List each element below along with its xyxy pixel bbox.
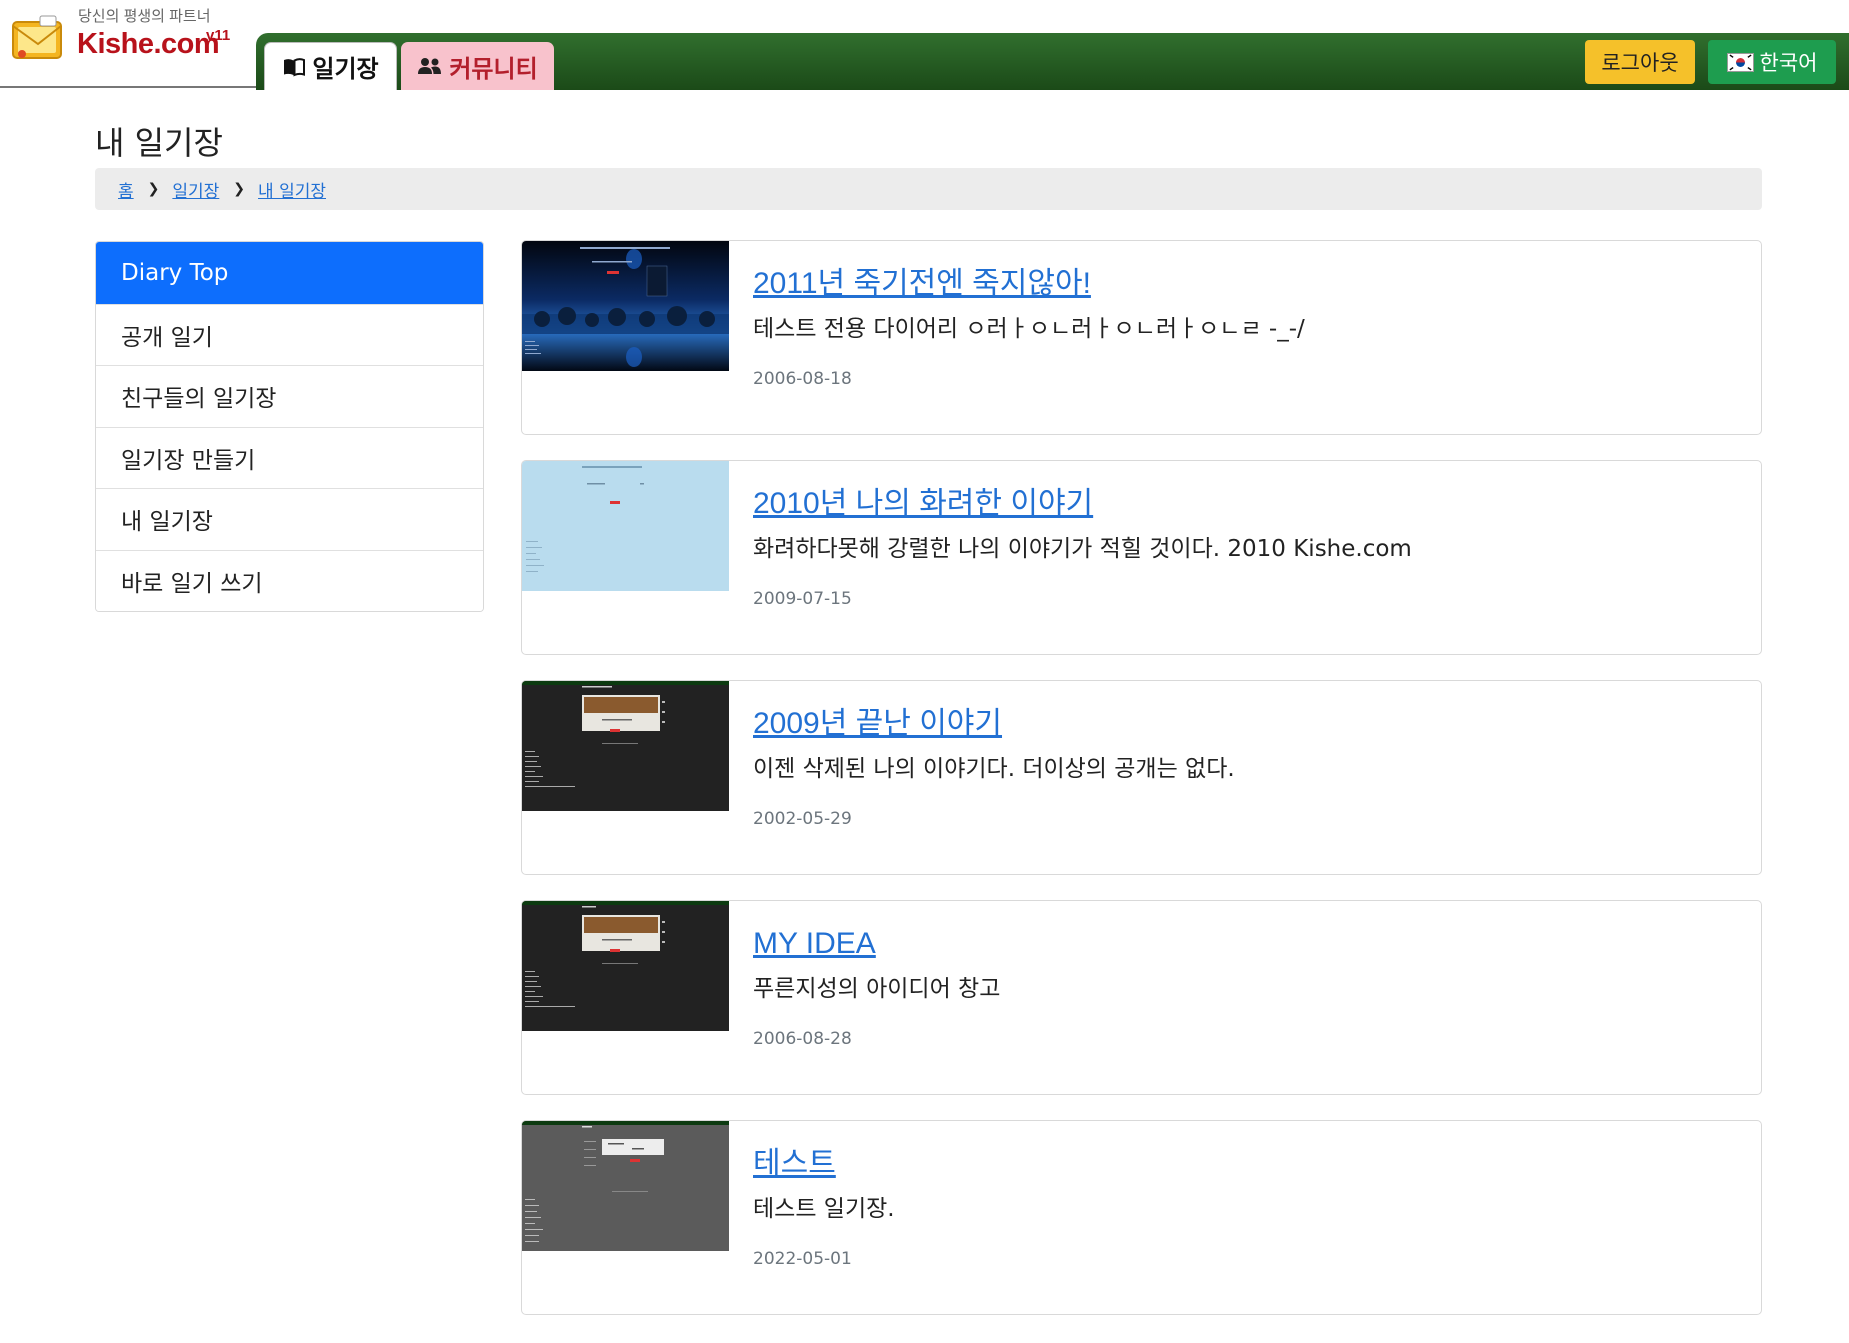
tab-diary[interactable]: 일기장 [264, 42, 397, 90]
diary-thumbnail[interactable] [522, 1121, 729, 1251]
diary-date: 2002-05-29 [753, 809, 852, 829]
language-button[interactable]: 한국어 [1708, 40, 1836, 84]
diary-logo-icon [12, 15, 62, 59]
diary-card-body: 테스트 테스트 일기장. 2022-05-01 [753, 1143, 1741, 1269]
sidebar-item-label: 일기장 만들기 [121, 447, 256, 474]
chevron-right-icon: ❯ [233, 181, 246, 197]
diary-description: 푸른지성의 아이디어 창고 [753, 976, 1001, 1002]
diary-description: 테스트 일기장. [753, 1196, 895, 1222]
diary-description: 화려하다못해 강렬한 나의 이야기가 적힐 것이다. 2010 Kishe.co… [753, 536, 1412, 562]
logout-button[interactable]: 로그아웃 [1585, 40, 1695, 84]
diary-description: 테스트 전용 다이어리 ㅇ러ㅏㅇㄴ러ㅏㅇㄴ러ㅏㅇㄴㄹ -_-/ [753, 316, 1305, 342]
diary-thumbnail-image [522, 461, 729, 591]
sidebar-item-label: Diary Top [121, 259, 229, 286]
language-label: 한국어 [1759, 52, 1818, 75]
diary-thumbnail-image [522, 681, 729, 811]
page-title: 내 일기장 [95, 124, 223, 162]
sidebar-menu: Diary Top 공개 일기 친구들의 일기장 일기장 만들기 내 일기장 바… [95, 241, 484, 612]
diary-title-link[interactable]: 2010년 나의 화려한 이야기 [753, 483, 1093, 525]
breadcrumb-diary[interactable]: 일기장 [172, 177, 219, 202]
sidebar-item-public-diaries[interactable]: 공개 일기 [96, 303, 483, 365]
logo[interactable]: 당신의 평생의 파트너 Kishe.com v11 [0, 0, 256, 88]
diary-thumbnail-image [522, 1121, 729, 1251]
sidebar-item-diary-top[interactable]: Diary Top [96, 242, 483, 304]
logo-version: v11 [206, 27, 231, 44]
diary-thumbnail-image [522, 241, 729, 371]
diary-thumbnail[interactable] [522, 901, 729, 1031]
diary-title-link[interactable]: MY IDEA [753, 923, 876, 965]
breadcrumb: 홈 ❯ 일기장 ❯ 내 일기장 [95, 168, 1762, 210]
logo-brand: Kishe.com [77, 28, 220, 60]
diary-date: 2006-08-28 [753, 1029, 852, 1049]
diary-card: 2010년 나의 화려한 이야기 화려하다못해 강렬한 나의 이야기가 적힐 것… [521, 460, 1762, 655]
diary-card-body: 2009년 끝난 이야기 이젠 삭제된 나의 이야기다. 더이상의 공개는 없다… [753, 703, 1741, 829]
diary-description: 이젠 삭제된 나의 이야기다. 더이상의 공개는 없다. [753, 756, 1235, 782]
sidebar-item-my-diary[interactable]: 내 일기장 [96, 488, 483, 550]
logo-tagline: 당신의 평생의 파트너 [78, 8, 211, 25]
users-icon [418, 58, 442, 74]
diary-card-body: MY IDEA 푸른지성의 아이디어 창고 2006-08-28 [753, 923, 1741, 1049]
sidebar-item-label: 바로 일기 쓰기 [121, 570, 263, 597]
main-navbar: 일기장 커뮤니티 로그아웃 한국어 [256, 33, 1849, 90]
diary-date: 2006-08-18 [753, 369, 852, 389]
tab-diary-label: 일기장 [312, 56, 379, 83]
diary-date: 2009-07-15 [753, 589, 852, 609]
diary-title-link[interactable]: 2011년 죽기전엔 죽지않아! [753, 263, 1091, 305]
diary-card: 2011년 죽기전엔 죽지않아! 테스트 전용 다이어리 ㅇ러ㅏㅇㄴ러ㅏㅇㄴ러ㅏ… [521, 240, 1762, 435]
diary-title-link[interactable]: 2009년 끝난 이야기 [753, 703, 1002, 745]
tab-community[interactable]: 커뮤니티 [401, 42, 554, 90]
sidebar-item-create-diary[interactable]: 일기장 만들기 [96, 426, 483, 488]
korea-flag-icon [1726, 52, 1754, 72]
tab-community-label: 커뮤니티 [449, 55, 538, 83]
diary-title-link[interactable]: 테스트 [753, 1143, 836, 1185]
diary-thumbnail[interactable] [522, 681, 729, 811]
sidebar-item-label: 공개 일기 [121, 324, 213, 351]
breadcrumb-home[interactable]: 홈 [118, 177, 134, 202]
breadcrumb-my-diary[interactable]: 내 일기장 [258, 177, 326, 202]
diary-card: 테스트 테스트 일기장. 2022-05-01 [521, 1120, 1762, 1315]
site-header: 당신의 평생의 파트너 Kishe.com v11 일기장 커뮤니티 로그아웃 [0, 0, 1849, 90]
sidebar-item-friends-diaries[interactable]: 친구들의 일기장 [96, 365, 483, 427]
logout-label: 로그아웃 [1601, 52, 1679, 75]
sidebar-item-label: 내 일기장 [121, 509, 213, 536]
book-icon [284, 57, 306, 77]
diary-date: 2022-05-01 [753, 1249, 852, 1269]
chevron-right-icon: ❯ [147, 181, 160, 197]
diary-thumbnail-image [522, 901, 729, 1031]
sidebar-item-label: 친구들의 일기장 [121, 386, 277, 413]
diary-thumbnail[interactable] [522, 461, 729, 591]
sidebar-item-write-now[interactable]: 바로 일기 쓰기 [96, 549, 483, 611]
diary-card-body: 2010년 나의 화려한 이야기 화려하다못해 강렬한 나의 이야기가 적힐 것… [753, 483, 1741, 609]
diary-card: 2009년 끝난 이야기 이젠 삭제된 나의 이야기다. 더이상의 공개는 없다… [521, 680, 1762, 875]
diary-card-body: 2011년 죽기전엔 죽지않아! 테스트 전용 다이어리 ㅇ러ㅏㅇㄴ러ㅏㅇㄴ러ㅏ… [753, 263, 1741, 389]
diary-thumbnail[interactable] [522, 241, 729, 371]
diary-card: MY IDEA 푸른지성의 아이디어 창고 2006-08-28 [521, 900, 1762, 1095]
